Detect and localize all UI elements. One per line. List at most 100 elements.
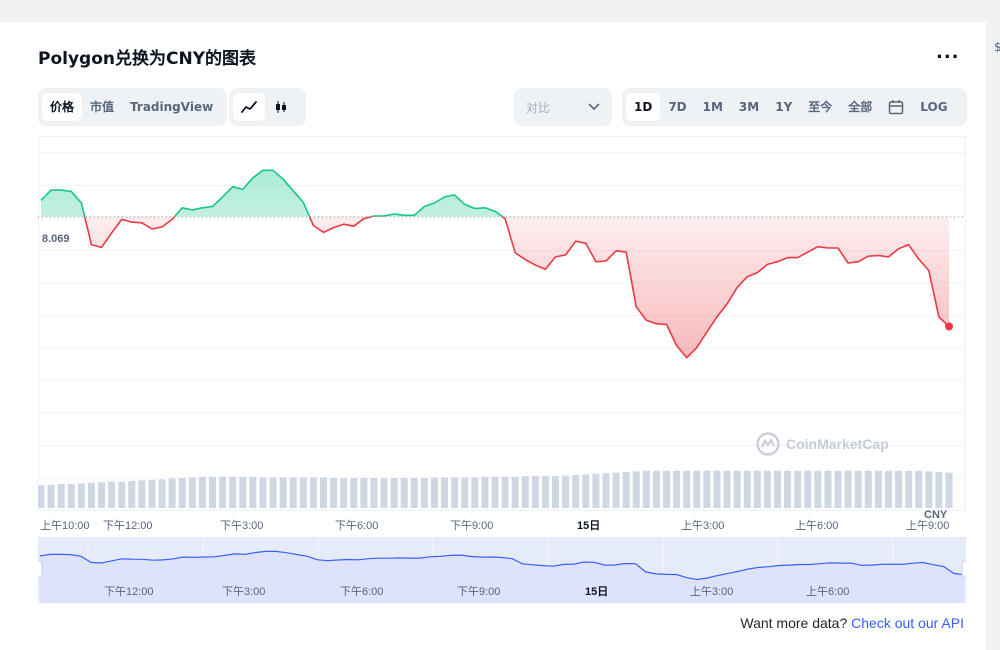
volume-bar	[935, 472, 943, 508]
volume-bar	[67, 484, 75, 508]
volume-bar	[864, 470, 872, 508]
tab-tradingview[interactable]: TradingView	[122, 93, 221, 121]
navigator-tick-label: 下午3:00	[222, 586, 266, 598]
volume-bar	[652, 470, 660, 508]
x-tick-label: 15日	[577, 520, 601, 532]
volume-bar	[945, 472, 953, 508]
volume-bar	[57, 484, 65, 508]
volume-bar	[743, 470, 751, 508]
volume-bar	[340, 478, 348, 508]
volume-bar	[38, 485, 45, 508]
volume-bar	[915, 470, 923, 508]
volume-bar	[98, 482, 106, 508]
volume-bar	[703, 470, 711, 508]
volume-bar	[693, 470, 701, 508]
volume-bar	[229, 476, 237, 508]
volume-bar	[602, 473, 610, 508]
volume-bar	[420, 478, 428, 508]
range-1d[interactable]: 1D	[626, 93, 661, 121]
log-scale-button[interactable]: LOG	[912, 93, 955, 121]
compare-dropdown[interactable]: 对比	[514, 88, 612, 126]
compare-label: 对比	[526, 100, 551, 115]
api-promo: Want more data? Check out our API	[740, 615, 964, 631]
navigator-tick-label: 下午9:00	[457, 586, 501, 598]
navigator-tick-label: 上午6:00	[806, 586, 850, 598]
volume-bar	[380, 478, 388, 508]
volume-bar	[279, 477, 287, 508]
candlestick-icon	[276, 101, 286, 113]
range-1m[interactable]: 1M	[695, 93, 731, 121]
area-above-reference	[41, 170, 949, 217]
volume-bar	[683, 470, 691, 508]
volume-bar	[259, 477, 267, 508]
navigator-tick-label: 上午3:00	[690, 586, 734, 598]
volume-bar	[430, 477, 438, 508]
x-tick-label: 下午12:00	[103, 520, 153, 532]
candlestick-button[interactable]	[265, 93, 297, 121]
volume-bar	[441, 477, 449, 508]
volume-bar	[118, 481, 126, 508]
tab-market-cap[interactable]: 市值	[82, 93, 122, 121]
volume-bar	[501, 476, 509, 508]
x-tick-label: 下午9:00	[450, 520, 494, 532]
volume-bar	[309, 477, 317, 508]
volume-bar	[198, 476, 206, 508]
coinmarketcap-logo-icon	[756, 432, 780, 456]
volume-bar	[319, 477, 327, 508]
volume-bar	[562, 475, 570, 508]
x-tick-label: 下午3:00	[220, 520, 264, 532]
volume-bar	[87, 482, 95, 508]
volume-bar	[814, 470, 822, 508]
volume-bar	[491, 476, 499, 508]
volume-bar	[733, 470, 741, 508]
area-below-reference	[84, 216, 949, 358]
range-7d[interactable]: 7D	[660, 93, 694, 121]
navigator-handle-left[interactable]	[38, 560, 43, 578]
volume-bar	[763, 470, 771, 508]
volume-bar	[794, 470, 802, 508]
price-line-down	[83, 216, 950, 359]
volume-bar	[481, 476, 489, 508]
watermark-text: CoinMarketCap	[786, 436, 889, 452]
api-link[interactable]: Check out our API	[851, 615, 964, 631]
volume-bar	[350, 478, 358, 508]
edge-mark: $	[994, 40, 1000, 54]
price-line-up	[40, 169, 504, 217]
volume-bar	[299, 477, 307, 508]
volume-bar	[784, 470, 792, 508]
volume-bar	[773, 470, 781, 508]
calendar-icon	[889, 100, 904, 115]
volume-bar	[521, 476, 529, 508]
volume-bar	[128, 481, 136, 508]
volume-bar	[158, 479, 166, 508]
view-selector: 价格 市值 TradingView	[38, 88, 227, 126]
volume-bar	[360, 478, 368, 508]
range-3m[interactable]: 3M	[731, 93, 767, 121]
range-1y[interactable]: 1Y	[767, 93, 800, 121]
volume-bar	[713, 470, 721, 508]
volume-bar	[148, 479, 156, 508]
chart-title: Polygon兑换为CNY的图表	[38, 49, 257, 69]
volume-bar	[642, 470, 650, 508]
range-ytd[interactable]: 至今	[800, 93, 840, 121]
x-tick-label: 上午9:00	[906, 520, 950, 532]
line-chart-button[interactable]	[233, 93, 265, 121]
navigator-tick-label: 下午12:00	[104, 586, 154, 598]
volume-bar	[269, 477, 277, 508]
more-menu-button[interactable]: ...	[936, 42, 960, 63]
volume-bar	[663, 470, 671, 508]
x-tick-label: 上午3:00	[681, 520, 725, 532]
volume-bar	[410, 478, 418, 508]
tab-price[interactable]: 价格	[42, 93, 83, 121]
date-picker-button[interactable]	[880, 93, 912, 121]
volume-bar	[370, 478, 378, 508]
volume-bar	[753, 470, 761, 508]
volume-bar	[471, 477, 479, 508]
navigator-handle-right[interactable]	[961, 560, 966, 578]
volume-bar	[289, 477, 297, 508]
volume-bar	[884, 470, 892, 508]
last-price-dot	[945, 322, 953, 331]
volume-bar	[541, 476, 549, 508]
range-all[interactable]: 全部	[840, 93, 880, 121]
volume-bar	[854, 470, 862, 508]
